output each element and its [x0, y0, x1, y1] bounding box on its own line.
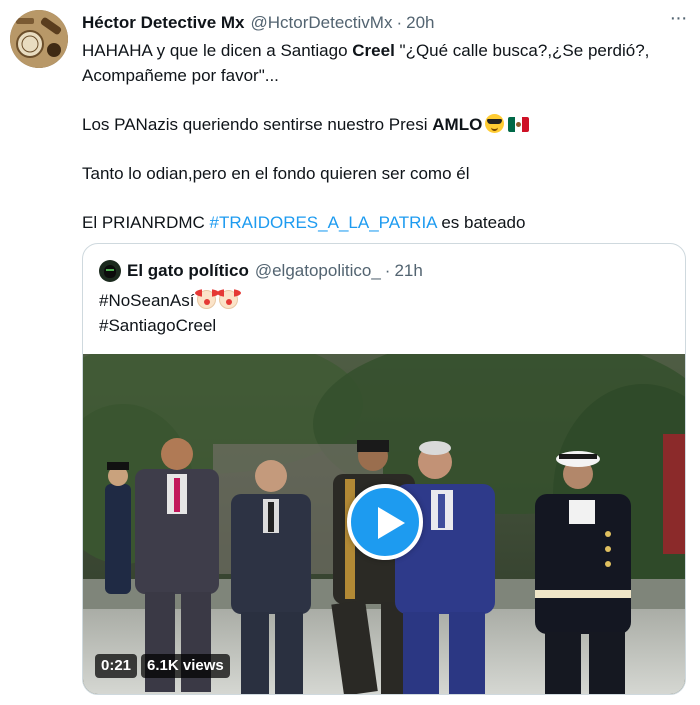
author-avatar[interactable]: [10, 10, 68, 68]
quoted-tweet[interactable]: El gato político @elgatopolitico_ · 21h …: [82, 243, 686, 695]
text-segment: Los PANazis queriendo sentirse nuestro P…: [82, 115, 433, 134]
author-handle[interactable]: @HctorDetectivMx: [251, 13, 393, 33]
video-views: 6.1K views: [141, 654, 230, 678]
hashtag-link[interactable]: #TRAIDORES_A_LA_PATRIA: [210, 213, 437, 232]
play-icon[interactable]: [347, 484, 423, 560]
clown-face-icon: [217, 289, 242, 309]
mexico-flag-icon: [508, 117, 530, 132]
quote-author-avatar[interactable]: [99, 260, 121, 282]
quote-author-handle[interactable]: @elgatopolitico_: [255, 261, 381, 281]
quote-header: El gato político @elgatopolitico_ · 21h: [99, 260, 423, 282]
video-player[interactable]: 0:21 6.1K views: [83, 354, 685, 694]
sunglasses-face-icon: [485, 114, 505, 133]
tweet-line-2: Acompañeme por favor"...: [82, 66, 279, 85]
clown-face-icon: [195, 289, 220, 309]
more-horizontal-icon[interactable]: ···: [668, 8, 688, 32]
quote-author-name[interactable]: El gato político: [127, 261, 249, 281]
video-badges: 0:21 6.1K views: [95, 654, 230, 678]
hashtag-text: #NoSeanAsí: [99, 291, 195, 310]
separator-dot: ·: [396, 13, 403, 32]
quote-time[interactable]: 21h: [394, 261, 422, 281]
author-name[interactable]: Héctor Detective Mx: [82, 13, 245, 33]
tweet-text: HAHAHA y que le dicen a Santiago Creel "…: [82, 38, 682, 235]
text-segment: "¿Qué calle busca?,¿Se perdió?,: [394, 41, 650, 60]
tweet[interactable]: Héctor Detective Mx @HctorDetectivMx · 2…: [0, 0, 700, 705]
tweet-line-3: Los PANazis queriendo sentirse nuestro P…: [82, 112, 682, 137]
text-segment: HAHAHA y que le dicen a Santiago: [82, 41, 353, 60]
text-segment: El PRIANRDMC: [82, 213, 210, 232]
tweet-line-1: HAHAHA y que le dicen a Santiago Creel "…: [82, 38, 682, 63]
bold-text: AMLO: [432, 115, 483, 134]
text-segment: es bateado: [436, 213, 526, 232]
quote-text: #NoSeanAsí #SantiagoCreel: [99, 288, 242, 338]
tweet-line-5: El PRIANRDMC #TRAIDORES_A_LA_PATRIA es b…: [82, 210, 682, 235]
separator-dot: ·: [384, 261, 391, 280]
quote-line-1: #NoSeanAsí: [99, 288, 242, 313]
video-duration: 0:21: [95, 654, 138, 678]
bold-text: Creel: [352, 41, 395, 60]
tweet-time[interactable]: 20h: [406, 13, 434, 33]
quote-line-2: #SantiagoCreel: [99, 316, 217, 335]
tweet-line-4: Tanto lo odian,pero en el fondo quieren …: [82, 164, 470, 183]
tweet-header: Héctor Detective Mx @HctorDetectivMx · 2…: [82, 12, 680, 34]
